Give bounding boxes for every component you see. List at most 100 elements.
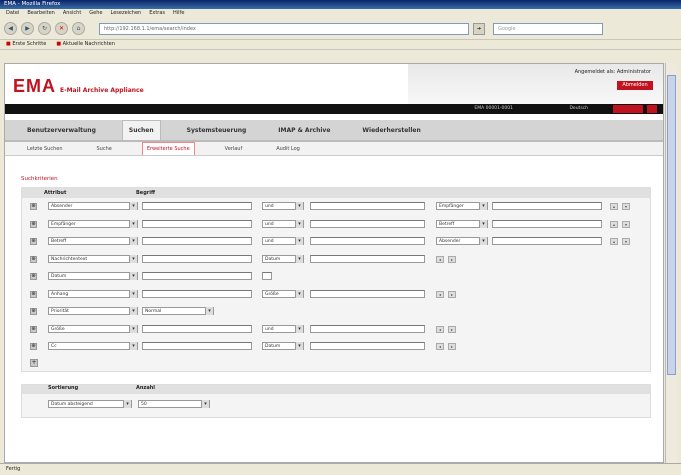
back-icon[interactable]: ◀ bbox=[4, 22, 17, 35]
term-input[interactable] bbox=[142, 254, 252, 263]
second-term-input[interactable] bbox=[310, 219, 425, 228]
menu-item[interactable]: Ansicht bbox=[63, 10, 81, 17]
limit-label: Anzahl bbox=[136, 384, 155, 391]
step-down-icon[interactable]: ◂ bbox=[436, 343, 444, 350]
sort-select[interactable]: Datum absteigend bbox=[48, 399, 132, 408]
step-down-icon[interactable]: ◂ bbox=[436, 255, 444, 263]
second-field-select[interactable]: Absender bbox=[436, 237, 488, 245]
second-term-input[interactable] bbox=[310, 202, 425, 210]
field-select[interactable]: Absender bbox=[48, 202, 138, 210]
second-field-select[interactable]: Empfänger bbox=[436, 202, 488, 210]
page-scrollbar[interactable] bbox=[665, 63, 677, 463]
operator-select[interactable]: und bbox=[262, 324, 304, 333]
third-term-input[interactable] bbox=[492, 202, 602, 210]
remove-row-icon[interactable]: ⊕ bbox=[30, 290, 37, 298]
move-down-icon[interactable]: ▾ bbox=[622, 203, 630, 210]
term-input[interactable] bbox=[142, 237, 252, 245]
operator-select[interactable]: Datum bbox=[262, 342, 304, 350]
sub-tab[interactable]: Erweiterte Suche bbox=[141, 142, 195, 155]
sub-tab[interactable]: Letzte Suchen bbox=[23, 143, 67, 155]
step-down-icon[interactable]: ◂ bbox=[436, 290, 444, 298]
main-tab[interactable]: Benutzerverwaltung bbox=[21, 121, 102, 140]
menu-item[interactable]: Extras bbox=[149, 10, 165, 17]
second-term-input[interactable] bbox=[310, 254, 425, 263]
stop-icon[interactable]: ✕ bbox=[55, 22, 68, 35]
remove-row-icon[interactable]: ⊕ bbox=[30, 255, 37, 263]
step-up-icon[interactable]: ▸ bbox=[448, 343, 456, 350]
go-icon[interactable]: ➔ bbox=[473, 22, 485, 35]
web-page: EMA E-Mail Archive Appliance Angemeldet a… bbox=[4, 63, 664, 463]
operator-select[interactable]: und bbox=[262, 219, 304, 228]
operator-select[interactable]: und bbox=[262, 202, 304, 210]
second-term-input[interactable] bbox=[310, 342, 425, 350]
address-bar[interactable]: http://192.168.1.1/ema/search/index bbox=[99, 22, 469, 35]
scrollbar-thumb[interactable] bbox=[667, 75, 676, 375]
term-input[interactable] bbox=[142, 272, 252, 280]
menu-item[interactable]: Hilfe bbox=[173, 10, 184, 17]
term-input[interactable] bbox=[142, 289, 252, 298]
remove-row-icon[interactable]: ⊕ bbox=[30, 308, 37, 316]
field-select[interactable]: Betreff bbox=[48, 237, 138, 245]
term-input[interactable] bbox=[142, 219, 252, 228]
second-term-input[interactable] bbox=[310, 289, 425, 298]
main-tab[interactable]: Wiederherstellen bbox=[356, 121, 426, 140]
main-tab[interactable]: IMAP & Archive bbox=[272, 121, 336, 140]
term-input[interactable] bbox=[142, 324, 252, 333]
home-icon[interactable]: ⌂ bbox=[72, 22, 85, 35]
step-up-icon[interactable]: ▸ bbox=[448, 255, 456, 263]
remove-row-icon[interactable]: ⊕ bbox=[30, 273, 37, 281]
remove-row-icon[interactable]: ⊕ bbox=[30, 325, 37, 333]
menu-item[interactable]: Gehe bbox=[89, 10, 102, 17]
move-up-icon[interactable]: ▴ bbox=[610, 238, 618, 245]
sub-tab[interactable]: Verlauf bbox=[221, 143, 247, 155]
priority-select[interactable]: Normal bbox=[142, 307, 214, 315]
operator-select[interactable]: Größe bbox=[262, 289, 304, 298]
field-select[interactable]: Größe bbox=[48, 324, 138, 333]
second-field-select[interactable]: Betreff bbox=[436, 219, 488, 228]
move-up-icon[interactable]: ▴ bbox=[610, 220, 618, 228]
menu-item[interactable]: Datei bbox=[6, 10, 19, 17]
main-tab[interactable]: Suchen bbox=[121, 120, 161, 140]
sub-tab[interactable]: Audit Log bbox=[272, 143, 304, 155]
move-down-icon[interactable]: ▾ bbox=[622, 238, 630, 245]
operator-select[interactable]: Datum bbox=[262, 254, 304, 263]
bookmark-item[interactable]: Aktuelle Nachrichten bbox=[56, 41, 115, 48]
second-term-input[interactable] bbox=[310, 324, 425, 333]
third-term-input[interactable] bbox=[492, 237, 602, 245]
search-input[interactable]: Google bbox=[493, 22, 603, 35]
language-select[interactable]: Deutsch bbox=[569, 106, 588, 111]
field-select[interactable]: Nachrichtentext bbox=[48, 254, 138, 263]
remove-row-icon[interactable]: ⊕ bbox=[30, 220, 37, 228]
field-select[interactable]: Anhang bbox=[48, 289, 138, 298]
step-up-icon[interactable]: ▸ bbox=[448, 325, 456, 333]
operator-select[interactable]: und bbox=[262, 237, 304, 245]
field-select[interactable]: Empfänger bbox=[48, 219, 138, 228]
second-term-input[interactable] bbox=[310, 237, 425, 245]
bookmark-item[interactable]: Erste Schritte bbox=[6, 41, 46, 48]
move-down-icon[interactable]: ▾ bbox=[622, 220, 630, 228]
help-icon[interactable] bbox=[647, 105, 657, 113]
limit-select[interactable]: 50 bbox=[138, 399, 210, 408]
remove-row-icon[interactable]: ⊕ bbox=[30, 238, 37, 246]
remove-row-icon[interactable]: ⊕ bbox=[30, 343, 37, 351]
step-up-icon[interactable]: ▸ bbox=[448, 290, 456, 298]
date-input[interactable] bbox=[262, 272, 272, 280]
field-select[interactable]: Datum bbox=[48, 272, 138, 280]
sub-tab[interactable]: Suche bbox=[93, 143, 116, 155]
remove-row-icon[interactable]: ⊕ bbox=[30, 203, 37, 211]
field-select[interactable]: Priorität bbox=[48, 307, 138, 315]
menu-item[interactable]: Lesezeichen bbox=[111, 10, 142, 17]
term-input[interactable] bbox=[142, 342, 252, 350]
logo[interactable]: EMA E-Mail Archive Appliance bbox=[13, 76, 144, 97]
term-input[interactable] bbox=[142, 202, 252, 210]
forward-icon[interactable]: ▶ bbox=[21, 22, 34, 35]
third-term-input[interactable] bbox=[492, 219, 602, 228]
logout-button[interactable]: Abmelden bbox=[617, 81, 653, 90]
reload-icon[interactable]: ↻ bbox=[38, 22, 51, 35]
menu-item[interactable]: Bearbeiten bbox=[27, 10, 54, 17]
main-tab[interactable]: Systemsteuerung bbox=[181, 121, 253, 140]
add-criterion-button[interactable]: + bbox=[30, 358, 38, 367]
step-down-icon[interactable]: ◂ bbox=[436, 325, 444, 333]
field-select[interactable]: Cc bbox=[48, 342, 138, 350]
move-up-icon[interactable]: ▴ bbox=[610, 203, 618, 210]
